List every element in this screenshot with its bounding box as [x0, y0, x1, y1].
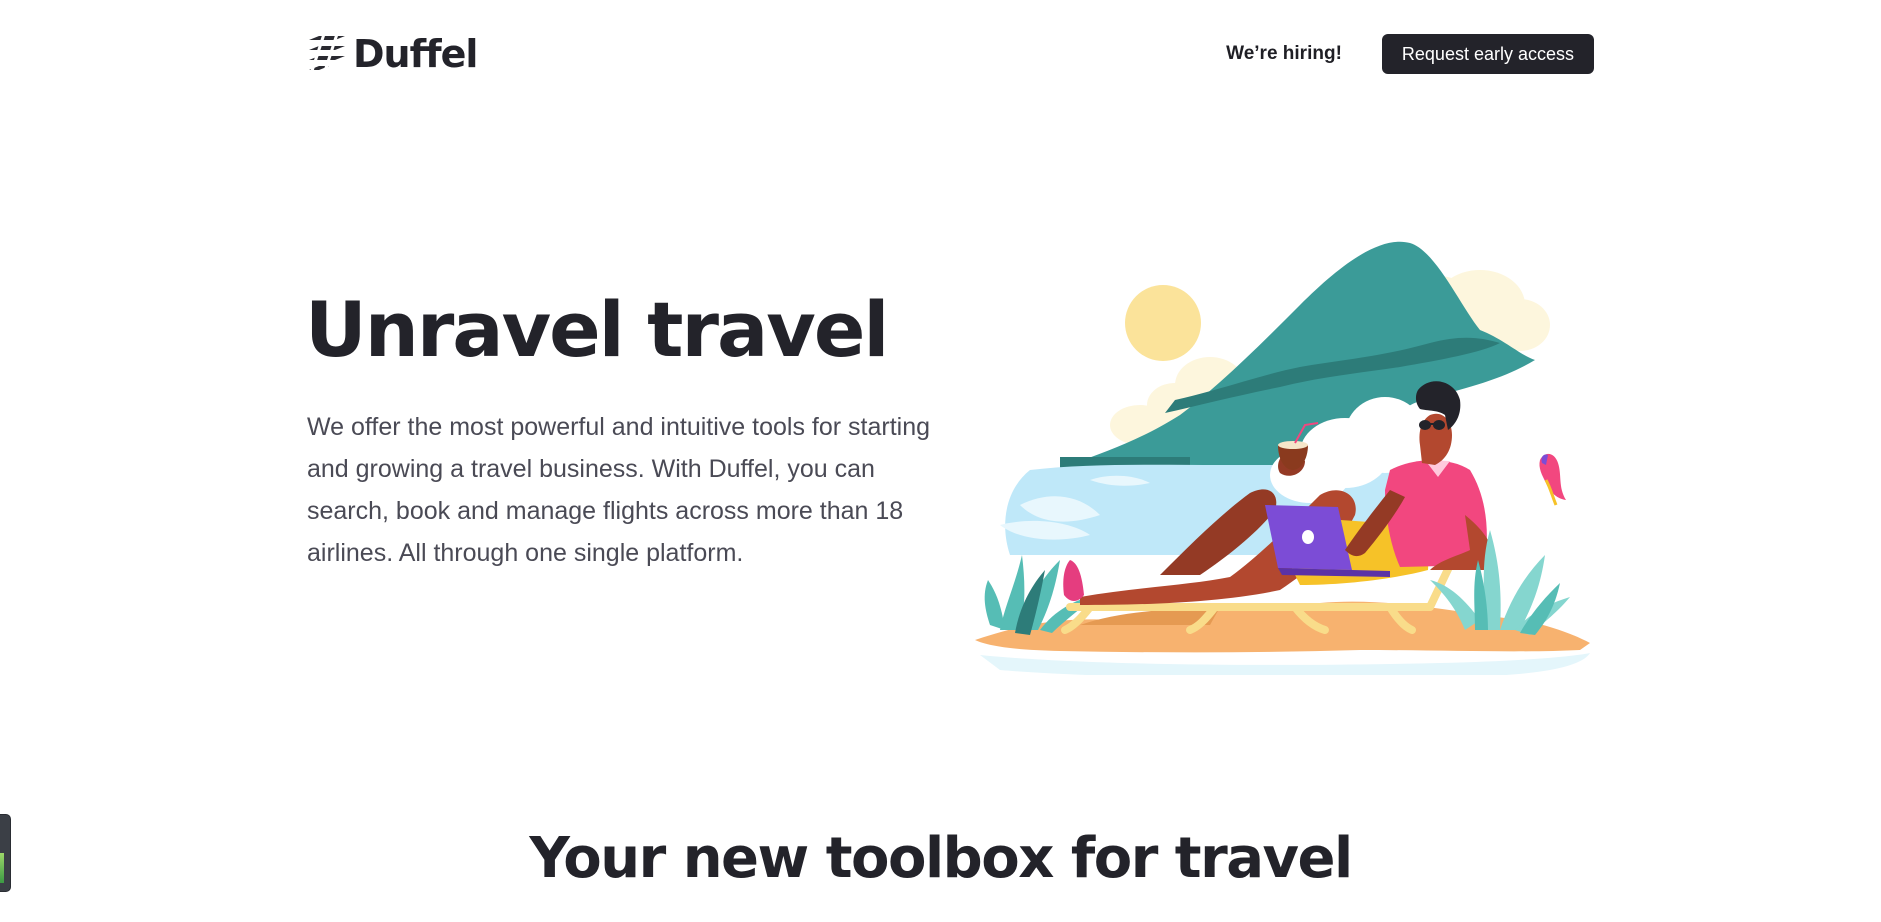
toolbox-section-title: Your new toolbox for travel — [529, 826, 1353, 891]
site-header: Duffel We’re hiring! Request early acces… — [307, 30, 1594, 78]
hero-title: Unravel travel — [305, 285, 889, 374]
header-nav: We’re hiring! Request early access — [1226, 34, 1594, 74]
duffel-logo-icon — [309, 34, 345, 74]
beach-traveler-illustration — [975, 241, 1590, 675]
brand-home-link[interactable]: Duffel — [307, 32, 478, 76]
brand-name: Duffel — [353, 32, 478, 76]
hiring-link[interactable]: We’re hiring! — [1226, 43, 1342, 65]
page: Duffel We’re hiring! Request early acces… — [0, 0, 1881, 922]
request-access-button[interactable]: Request early access — [1381, 34, 1594, 74]
level-indicator-icon — [0, 853, 4, 883]
hero-description: We offer the most powerful and intuitive… — [307, 413, 930, 567]
side-feedback-tab[interactable] — [0, 815, 10, 891]
